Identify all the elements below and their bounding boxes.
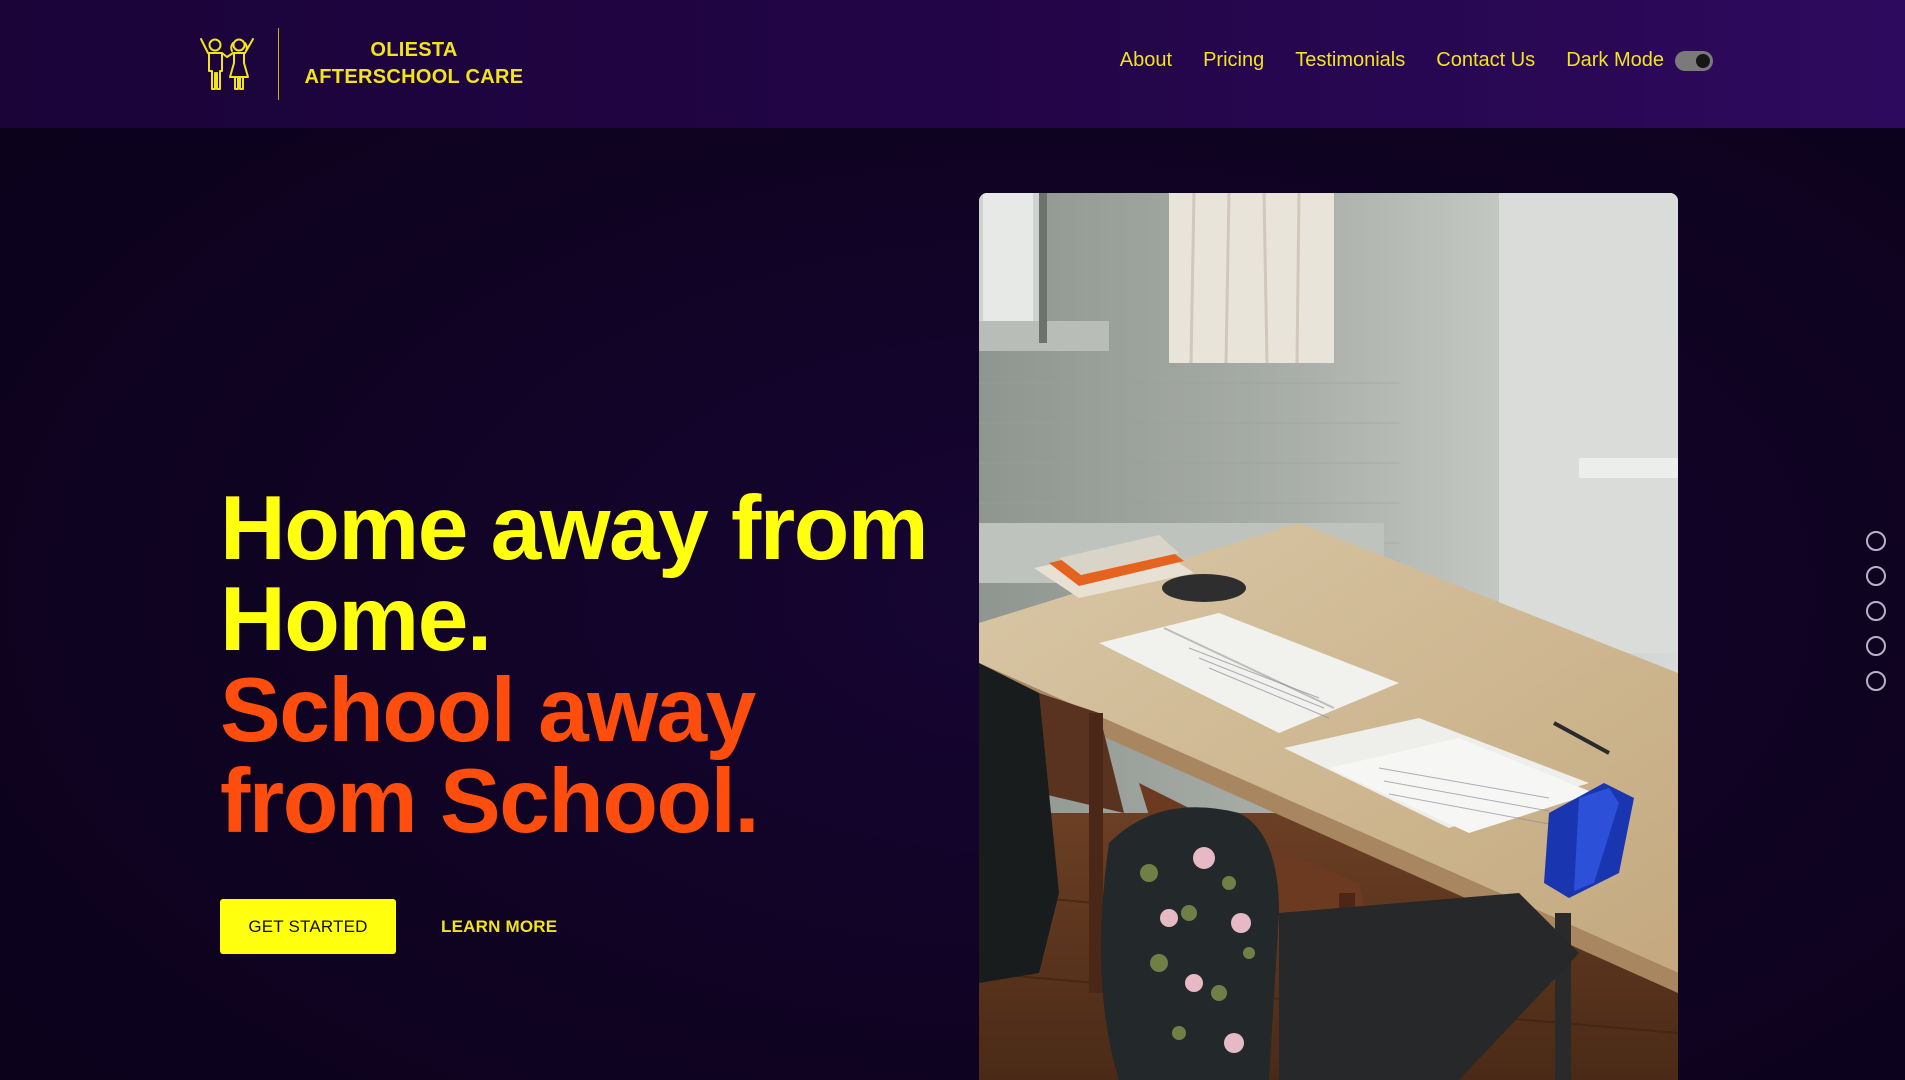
main-nav: About Pricing Testimonials Contact Us Da…	[1120, 49, 1713, 72]
brand[interactable]: OLIESTA AFTERSCHOOL CARE	[196, 26, 529, 102]
nav-link-pricing[interactable]: Pricing	[1203, 49, 1264, 72]
dark-mode-label: Dark Mode	[1566, 49, 1664, 71]
hero-image	[979, 193, 1678, 1080]
hero-headline: Home away from Home. School away from Sc…	[220, 483, 960, 847]
brand-name: OLIESTA AFTERSCHOOL CARE	[304, 39, 524, 88]
nav-link-about[interactable]: About	[1120, 49, 1172, 72]
nav-link-testimonials[interactable]: Testimonials	[1295, 49, 1405, 72]
site-header: OLIESTA AFTERSCHOOL CARE About Pricing T…	[0, 0, 1905, 128]
toggle-knob	[1696, 53, 1710, 68]
brand-divider	[278, 28, 279, 100]
children-holding-hands-icon	[200, 38, 254, 90]
pagination-dot-2[interactable]	[1866, 566, 1886, 586]
hero-actions: GET STARTED LEARN MORE	[220, 899, 557, 954]
dark-mode-toggle[interactable]	[1675, 50, 1713, 71]
pagination-dot-3[interactable]	[1866, 601, 1886, 621]
pagination-dot-4[interactable]	[1866, 636, 1886, 656]
pagination-dot-5[interactable]	[1866, 671, 1886, 691]
learn-more-button[interactable]: LEARN MORE	[441, 917, 557, 937]
headline-school: School away from School.	[220, 660, 760, 852]
section-pagination	[1866, 531, 1886, 706]
nav-link-contact-us[interactable]: Contact Us	[1436, 49, 1535, 72]
pagination-dot-1[interactable]	[1866, 531, 1886, 551]
get-started-button[interactable]: GET STARTED	[220, 899, 396, 954]
headline-home: Home away from Home.	[220, 478, 929, 670]
